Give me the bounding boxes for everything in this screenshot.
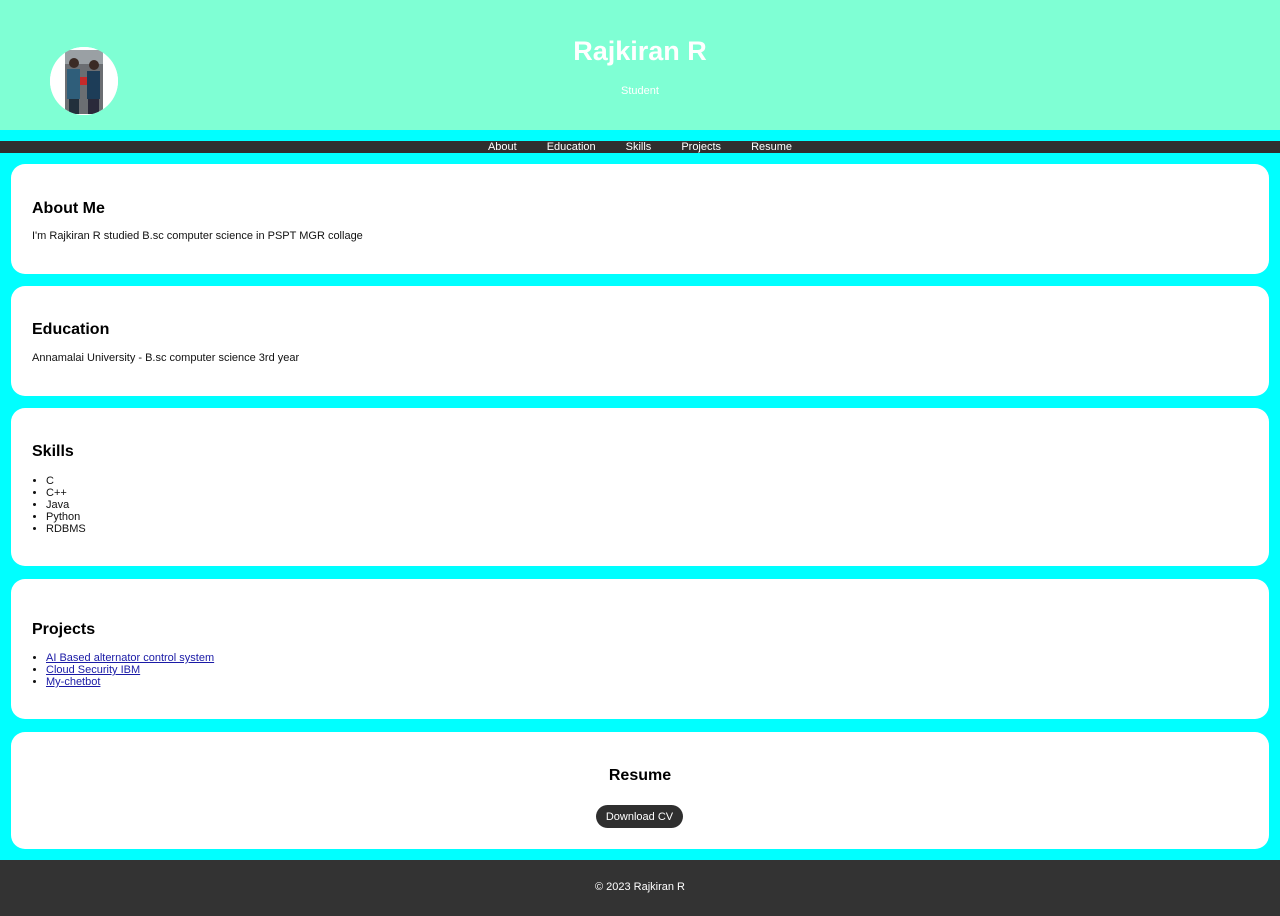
skill-item: RDBMS: [46, 523, 86, 535]
nav-link-about[interactable]: About: [488, 141, 517, 153]
projects-heading: Projects: [32, 621, 96, 638]
project-item: AI Based alternator control system: [46, 652, 214, 664]
download-cv-button[interactable]: Download CV: [596, 805, 683, 828]
project-item: My-chetbot: [46, 676, 214, 688]
resume-heading: Resume: [608, 767, 672, 784]
nav-link-projects[interactable]: Projects: [681, 141, 721, 153]
skill-item: C++: [46, 487, 86, 499]
education-heading: Education: [32, 321, 110, 338]
about-heading: About Me: [32, 200, 105, 217]
projects-list: AI Based alternator control system Cloud…: [32, 652, 214, 688]
skills-heading: Skills: [32, 443, 74, 460]
project-link[interactable]: AI Based alternator control system: [46, 652, 214, 664]
skills-section: Skills C C++ Java Python RDBMS: [11, 408, 1269, 566]
skill-item: C: [46, 475, 86, 487]
project-link[interactable]: My-chetbot: [46, 676, 100, 688]
resume-section: Resume Download CV: [11, 732, 1269, 849]
project-link[interactable]: Cloud Security IBM: [46, 664, 140, 676]
projects-section: Projects AI Based alternator control sys…: [11, 579, 1269, 719]
skill-item: Java: [46, 499, 86, 511]
project-item: Cloud Security IBM: [46, 664, 214, 676]
about-text: I'm Rajkiran R studied B.sc computer sci…: [32, 230, 363, 242]
about-section: About Me I'm Rajkiran R studied B.sc com…: [11, 164, 1269, 274]
page-subtitle: Student: [621, 85, 659, 97]
skill-item: Python: [46, 511, 86, 523]
site-header: Rajkiran R Student: [0, 0, 1280, 130]
education-text: Annamalai University - B.sc computer sci…: [32, 352, 300, 364]
education-section: Education Annamalai University - B.sc co…: [11, 286, 1269, 396]
nav-link-resume[interactable]: Resume: [751, 141, 792, 153]
skills-list: C C++ Java Python RDBMS: [32, 475, 86, 535]
page-title: Rajkiran R: [573, 36, 707, 66]
site-footer: © 2023 Rajkiran R: [0, 860, 1280, 916]
main-nav: About Education Skills Projects Resume: [0, 141, 1280, 153]
nav-link-skills[interactable]: Skills: [626, 141, 652, 153]
nav-link-education[interactable]: Education: [547, 141, 596, 153]
